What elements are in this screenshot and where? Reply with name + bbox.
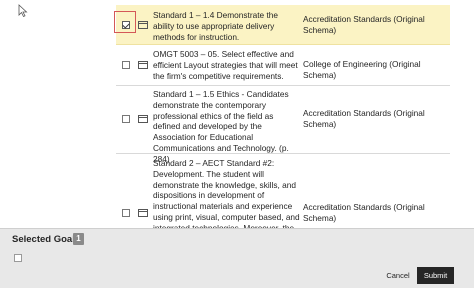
document-icon <box>138 209 148 217</box>
goal-row[interactable]: Standard 1 – 1.4 Demonstrate the ability… <box>116 5 450 45</box>
selected-goals-title: Selected Goals <box>12 234 81 245</box>
goal-schema: College of Engineering (Original Schema) <box>303 59 421 80</box>
document-icon <box>138 115 148 123</box>
checkbox-focus-ring <box>114 11 136 33</box>
goal-schema: Accreditation Standards (Original Schema… <box>303 14 425 35</box>
submit-button[interactable]: Submit <box>417 267 454 284</box>
goal-schema: Accreditation Standards (Original Schema… <box>303 108 425 129</box>
goal-description: Standard 2 – AECT Standard #2: Developme… <box>153 158 300 228</box>
goal-row[interactable]: Standard 1 – 1.5 Ethics - Candidates dem… <box>116 86 450 164</box>
selected-count-badge: 1 <box>73 233 84 245</box>
document-icon <box>138 21 148 29</box>
cancel-button[interactable]: Cancel <box>384 269 412 283</box>
goal-row[interactable]: Standard 2 – AECT Standard #2: Developme… <box>116 155 450 228</box>
selected-goal-item-checkbox[interactable] <box>14 254 22 262</box>
selected-goals-panel: Selected Goals 1 Cancel Submit <box>0 228 474 288</box>
goal-checkbox[interactable] <box>122 61 130 69</box>
goal-description: OMGT 5003 – 05. Select effective and eff… <box>153 49 298 81</box>
goal-schema: Accreditation Standards (Original Schema… <box>303 202 425 223</box>
goal-checkbox[interactable] <box>122 115 130 123</box>
goal-description: Standard 1 – 1.4 Demonstrate the ability… <box>153 10 278 42</box>
goal-description: Standard 1 – 1.5 Ethics - Candidates dem… <box>153 89 289 164</box>
goals-list: Standard 1 – 1.4 Demonstrate the ability… <box>0 0 474 228</box>
goal-checkbox[interactable] <box>122 209 130 217</box>
document-icon <box>138 61 148 69</box>
goal-row[interactable]: OMGT 5003 – 05. Select effective and eff… <box>116 45 450 86</box>
